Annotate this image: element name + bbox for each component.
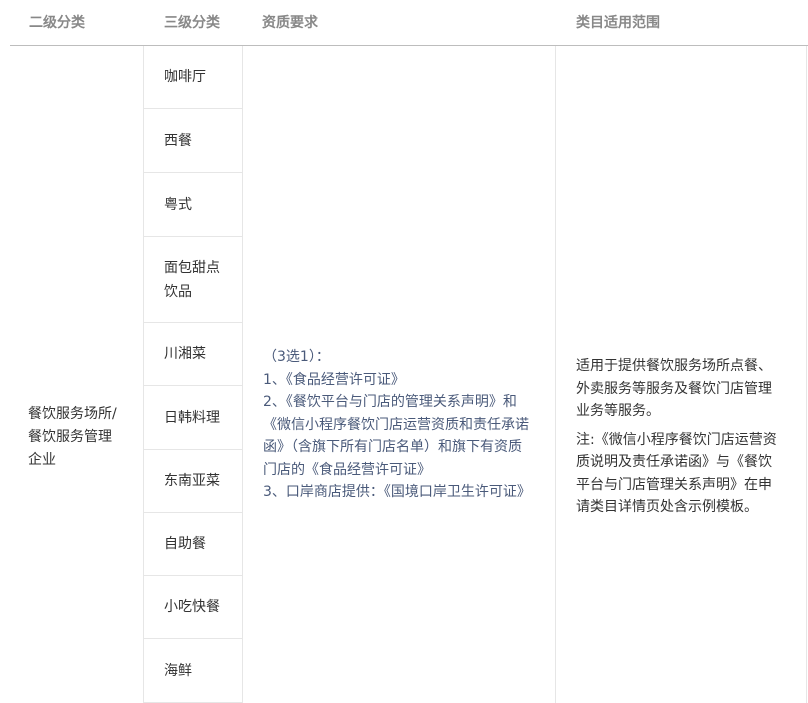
column-divider [806, 46, 807, 703]
level3-cell: 粤式 [144, 173, 242, 237]
level3-label: 海鲜 [164, 662, 192, 679]
level3-cell: 小吃快餐 [144, 576, 242, 639]
scope-note: 注:《微信小程序餐饮门店运营资质说明及责任承诺函》与《餐饮平台与门店管理关系声明… [576, 431, 777, 516]
level2-category: 餐饮服务场所/ 餐饮服务管理 企业 [28, 403, 128, 472]
level3-label: 面包甜点饮品 [164, 259, 220, 300]
header-requirement: 资质要求 [262, 15, 318, 31]
level3-cell: 东南亚菜 [144, 450, 242, 513]
requirement-line: （3选1）： [263, 349, 330, 365]
level3-cell: 川湘菜 [144, 323, 242, 386]
table-header: 二级分类 三级分类 资质要求 类目适用范围 [10, 0, 808, 46]
level3-cell: 西餐 [144, 109, 242, 173]
scope-description: 适用于提供餐饮服务场所点餐、外卖服务等服务及餐饮门店管理业务等服务。 [576, 358, 772, 419]
level3-label: 西餐 [164, 132, 192, 149]
level3-label: 粤式 [164, 196, 192, 213]
level3-label: 东南亚菜 [164, 473, 220, 489]
requirement-line: 3、口岸商店提供：《国境口岸卫生许可证》 [263, 484, 531, 500]
header-scope: 类目适用范围 [576, 15, 660, 31]
level3-cell: 日韩料理 [144, 386, 242, 450]
level3-cell: 咖啡厅 [144, 46, 242, 109]
level3-label: 咖啡厅 [164, 69, 206, 85]
requirement-text: （3选1）： 1、《食品经营许可证》 2、《餐饮平台与门店的管理关系声明》和《微… [263, 346, 535, 504]
level3-column: 咖啡厅 西餐 粤式 面包甜点饮品 川湘菜 日韩料理 东南亚菜 自助餐 小吃快餐 … [143, 46, 243, 703]
level3-cell: 面包甜点饮品 [144, 237, 242, 323]
level3-label: 川湘菜 [164, 346, 206, 362]
level2-line: 企业 [28, 452, 56, 468]
level3-label: 日韩料理 [164, 409, 220, 426]
header-level3: 三级分类 [164, 15, 220, 31]
level2-line: 餐饮服务管理 [28, 429, 112, 445]
scope-text: 适用于提供餐饮服务场所点餐、外卖服务等服务及餐饮门店管理业务等服务。 注:《微信… [576, 355, 782, 519]
header-level2: 二级分类 [29, 15, 85, 31]
column-divider [555, 46, 556, 703]
level3-label: 小吃快餐 [164, 599, 220, 615]
level3-cell: 海鲜 [144, 639, 242, 703]
level3-cell: 自助餐 [144, 513, 242, 576]
level2-line: 餐饮服务场所/ [28, 406, 117, 422]
requirement-line: 1、《食品经营许可证》 [263, 371, 405, 388]
requirement-line: 2、《餐饮平台与门店的管理关系声明》和《微信小程序餐饮门店运营资质和责任承诺函》… [263, 394, 529, 478]
level3-label: 自助餐 [164, 536, 206, 552]
